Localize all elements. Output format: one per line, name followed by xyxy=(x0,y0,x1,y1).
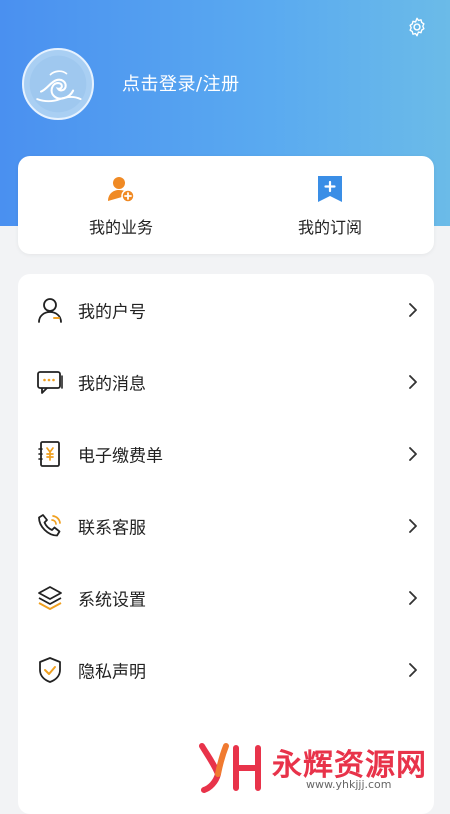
menu-item-label: 系统设置 xyxy=(78,590,146,611)
shield-check-icon xyxy=(39,657,61,683)
menu-item-label: 隐私声明 xyxy=(78,662,146,683)
my-business-label: 我的业务 xyxy=(88,218,153,237)
my-subscription-button[interactable]: 我的订阅 xyxy=(270,174,390,238)
quick-actions-card: 我的业务 我的订阅 xyxy=(18,156,434,254)
my-business-button[interactable]: 我的业务 xyxy=(61,174,181,238)
menu-item-system-settings[interactable]: 系统设置 xyxy=(18,562,434,634)
menu-item-account[interactable]: 我的户号 xyxy=(18,274,434,346)
menu-item-label: 我的消息 xyxy=(78,374,146,395)
bookmark-plus-icon xyxy=(318,176,342,202)
watermark-logo-icon xyxy=(199,743,261,793)
chevron-right-icon xyxy=(409,303,417,317)
message-icon xyxy=(37,371,63,394)
gear-icon[interactable] xyxy=(406,16,428,38)
user-icon xyxy=(38,298,62,323)
watermark-url: www.yhkjjj.com xyxy=(306,778,392,791)
bill-icon xyxy=(38,441,60,467)
chevron-right-icon xyxy=(409,663,417,677)
chevron-right-icon xyxy=(409,591,417,605)
menu-item-privacy[interactable]: 隐私声明 xyxy=(18,634,434,706)
menu-item-label: 联系客服 xyxy=(78,518,146,539)
menu-item-label: 我的户号 xyxy=(78,302,146,323)
chevron-right-icon xyxy=(409,519,417,533)
wave-avatar-icon xyxy=(29,55,87,113)
my-subscription-label: 我的订阅 xyxy=(297,218,362,237)
chevron-right-icon xyxy=(409,375,417,389)
menu-item-e-bill[interactable]: 电子缴费单 xyxy=(18,418,434,490)
watermark: 永辉资源网 www.yhkjjj.com xyxy=(196,738,446,794)
menu-item-customer-service[interactable]: 联系客服 xyxy=(18,490,434,562)
avatar[interactable] xyxy=(22,48,94,120)
phone-icon xyxy=(38,514,61,537)
user-add-icon xyxy=(108,177,135,203)
menu-list: 我的户号 我的消息 电子缴费单 联系客服 系统设置 隐私声明 xyxy=(18,274,434,814)
layers-icon xyxy=(38,586,62,610)
menu-item-messages[interactable]: 我的消息 xyxy=(18,346,434,418)
login-register-link[interactable]: 点击登录/注册 xyxy=(122,70,240,96)
chevron-right-icon xyxy=(409,447,417,461)
menu-item-label: 电子缴费单 xyxy=(78,446,163,467)
